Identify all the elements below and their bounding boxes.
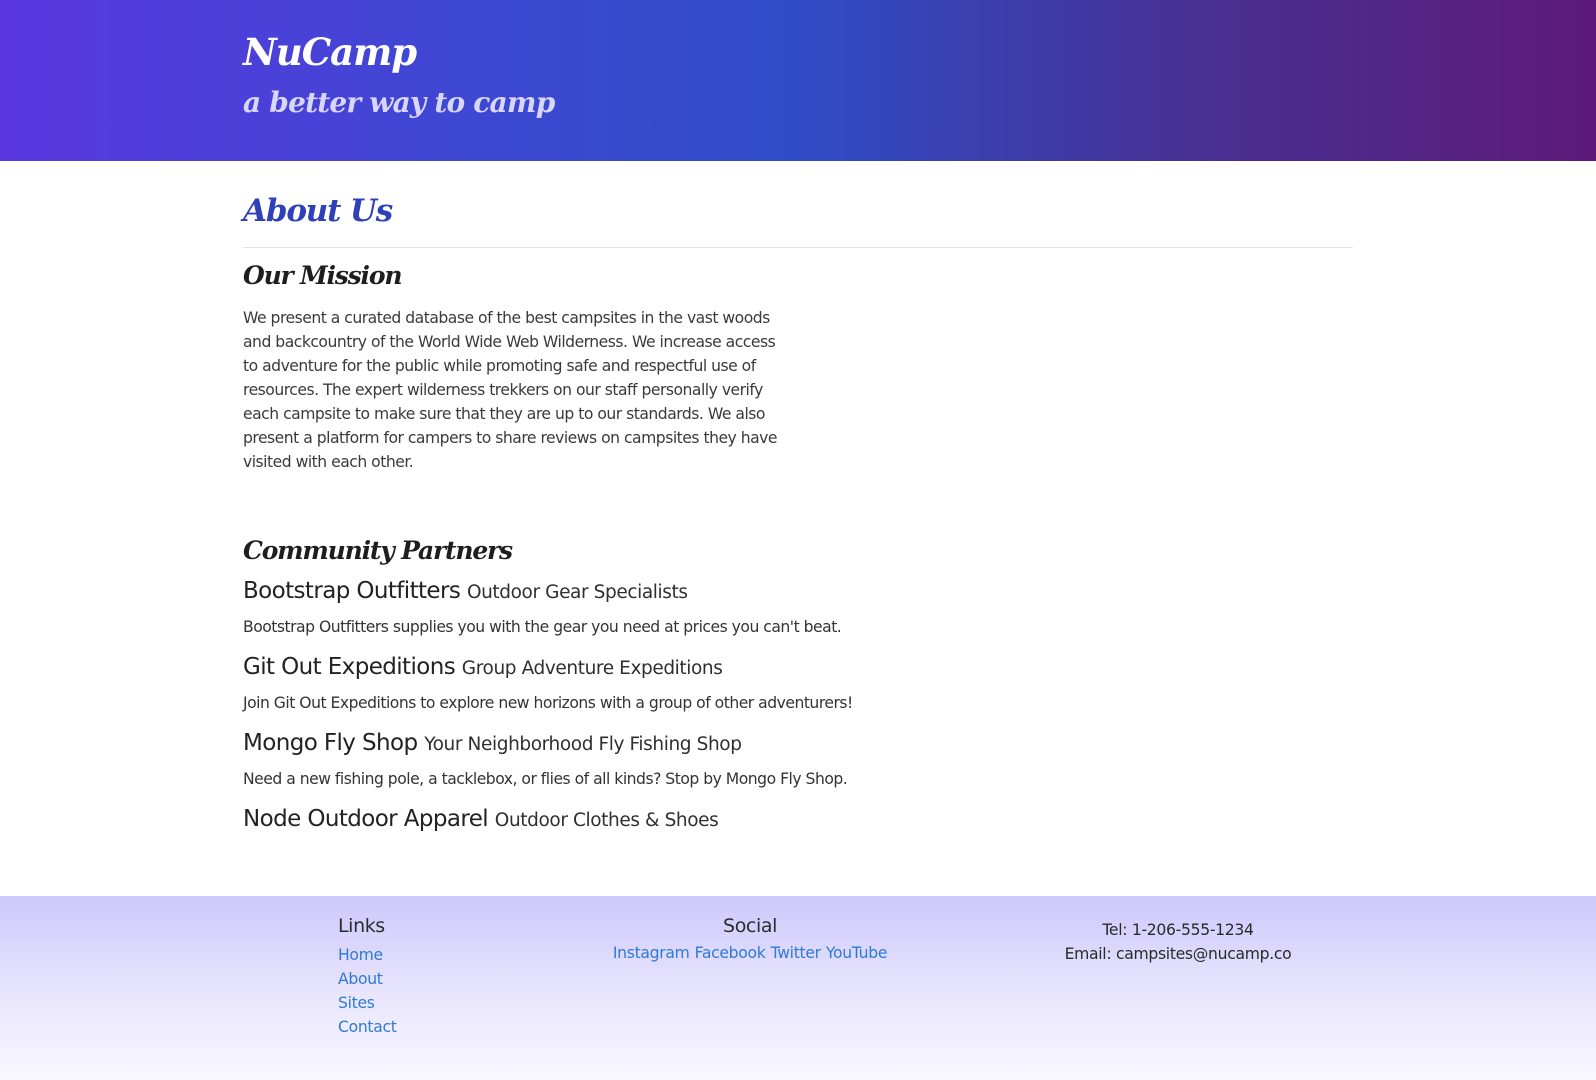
footer-contact-column: Tel: 1-206-555-1234 Email: campsites@nuc… — [1038, 918, 1318, 966]
contact-phone: Tel: 1-206-555-1234 — [1102, 921, 1254, 939]
footer-link-contact[interactable]: Contact — [338, 1015, 397, 1039]
partner-tagline: Your Neighborhood Fly Fishing Shop — [424, 734, 742, 755]
instagram-link[interactable]: Instagram — [613, 944, 690, 962]
partners-heading: Community Partners — [243, 536, 513, 565]
partner-tagline: Outdoor Gear Specialists — [466, 582, 688, 603]
partner-title: Git Out Expeditions Group Adventure Expe… — [243, 654, 723, 680]
partner-title: Bootstrap Outfitters Outdoor Gear Specia… — [243, 578, 688, 604]
title-divider — [243, 247, 1353, 248]
partner-name: Git Out Expeditions — [243, 654, 456, 680]
footer-link-sites[interactable]: Sites — [338, 991, 397, 1015]
facebook-link[interactable]: Facebook — [695, 944, 766, 962]
brand-tagline: a better way to camp — [243, 86, 555, 119]
brand-title: NuCamp — [243, 30, 417, 74]
footer-link-about[interactable]: About — [338, 967, 397, 991]
twitter-link[interactable]: Twitter — [771, 944, 821, 962]
social-links: Instagram Facebook Twitter YouTube — [610, 943, 890, 962]
footer-link-home[interactable]: Home — [338, 943, 397, 967]
page-title: About Us — [243, 193, 393, 229]
partner-name: Mongo Fly Shop — [243, 730, 418, 756]
footer-social-column: Social Instagram Facebook Twitter YouTub… — [610, 915, 890, 962]
partner-description: Bootstrap Outfitters supplies you with t… — [243, 618, 842, 636]
footer-links-heading: Links — [338, 915, 385, 937]
partner-description: Need a new fishing pole, a tacklebox, or… — [243, 770, 848, 788]
mission-text: We present a curated database of the bes… — [243, 309, 778, 471]
contact-email: Email: campsites@nucamp.co — [1064, 945, 1292, 963]
youtube-link[interactable]: YouTube — [826, 944, 888, 962]
partner-title: Mongo Fly Shop Your Neighborhood Fly Fis… — [243, 730, 742, 756]
mission-heading: Our Mission — [243, 261, 402, 290]
site-header: NuCamp a better way to camp — [0, 0, 1596, 161]
footer-social-heading: Social — [723, 915, 777, 937]
partner-name: Node Outdoor Apparel — [243, 806, 489, 832]
partner-title: Node Outdoor Apparel Outdoor Clothes & S… — [243, 806, 719, 832]
partner-tagline: Outdoor Clothes & Shoes — [494, 810, 719, 831]
partner-name: Bootstrap Outfitters — [243, 578, 461, 604]
partner-tagline: Group Adventure Expeditions — [461, 658, 723, 679]
footer-links-column: Links Home About Sites Contact — [338, 915, 397, 1039]
partner-description: Join Git Out Expeditions to explore new … — [243, 694, 853, 712]
